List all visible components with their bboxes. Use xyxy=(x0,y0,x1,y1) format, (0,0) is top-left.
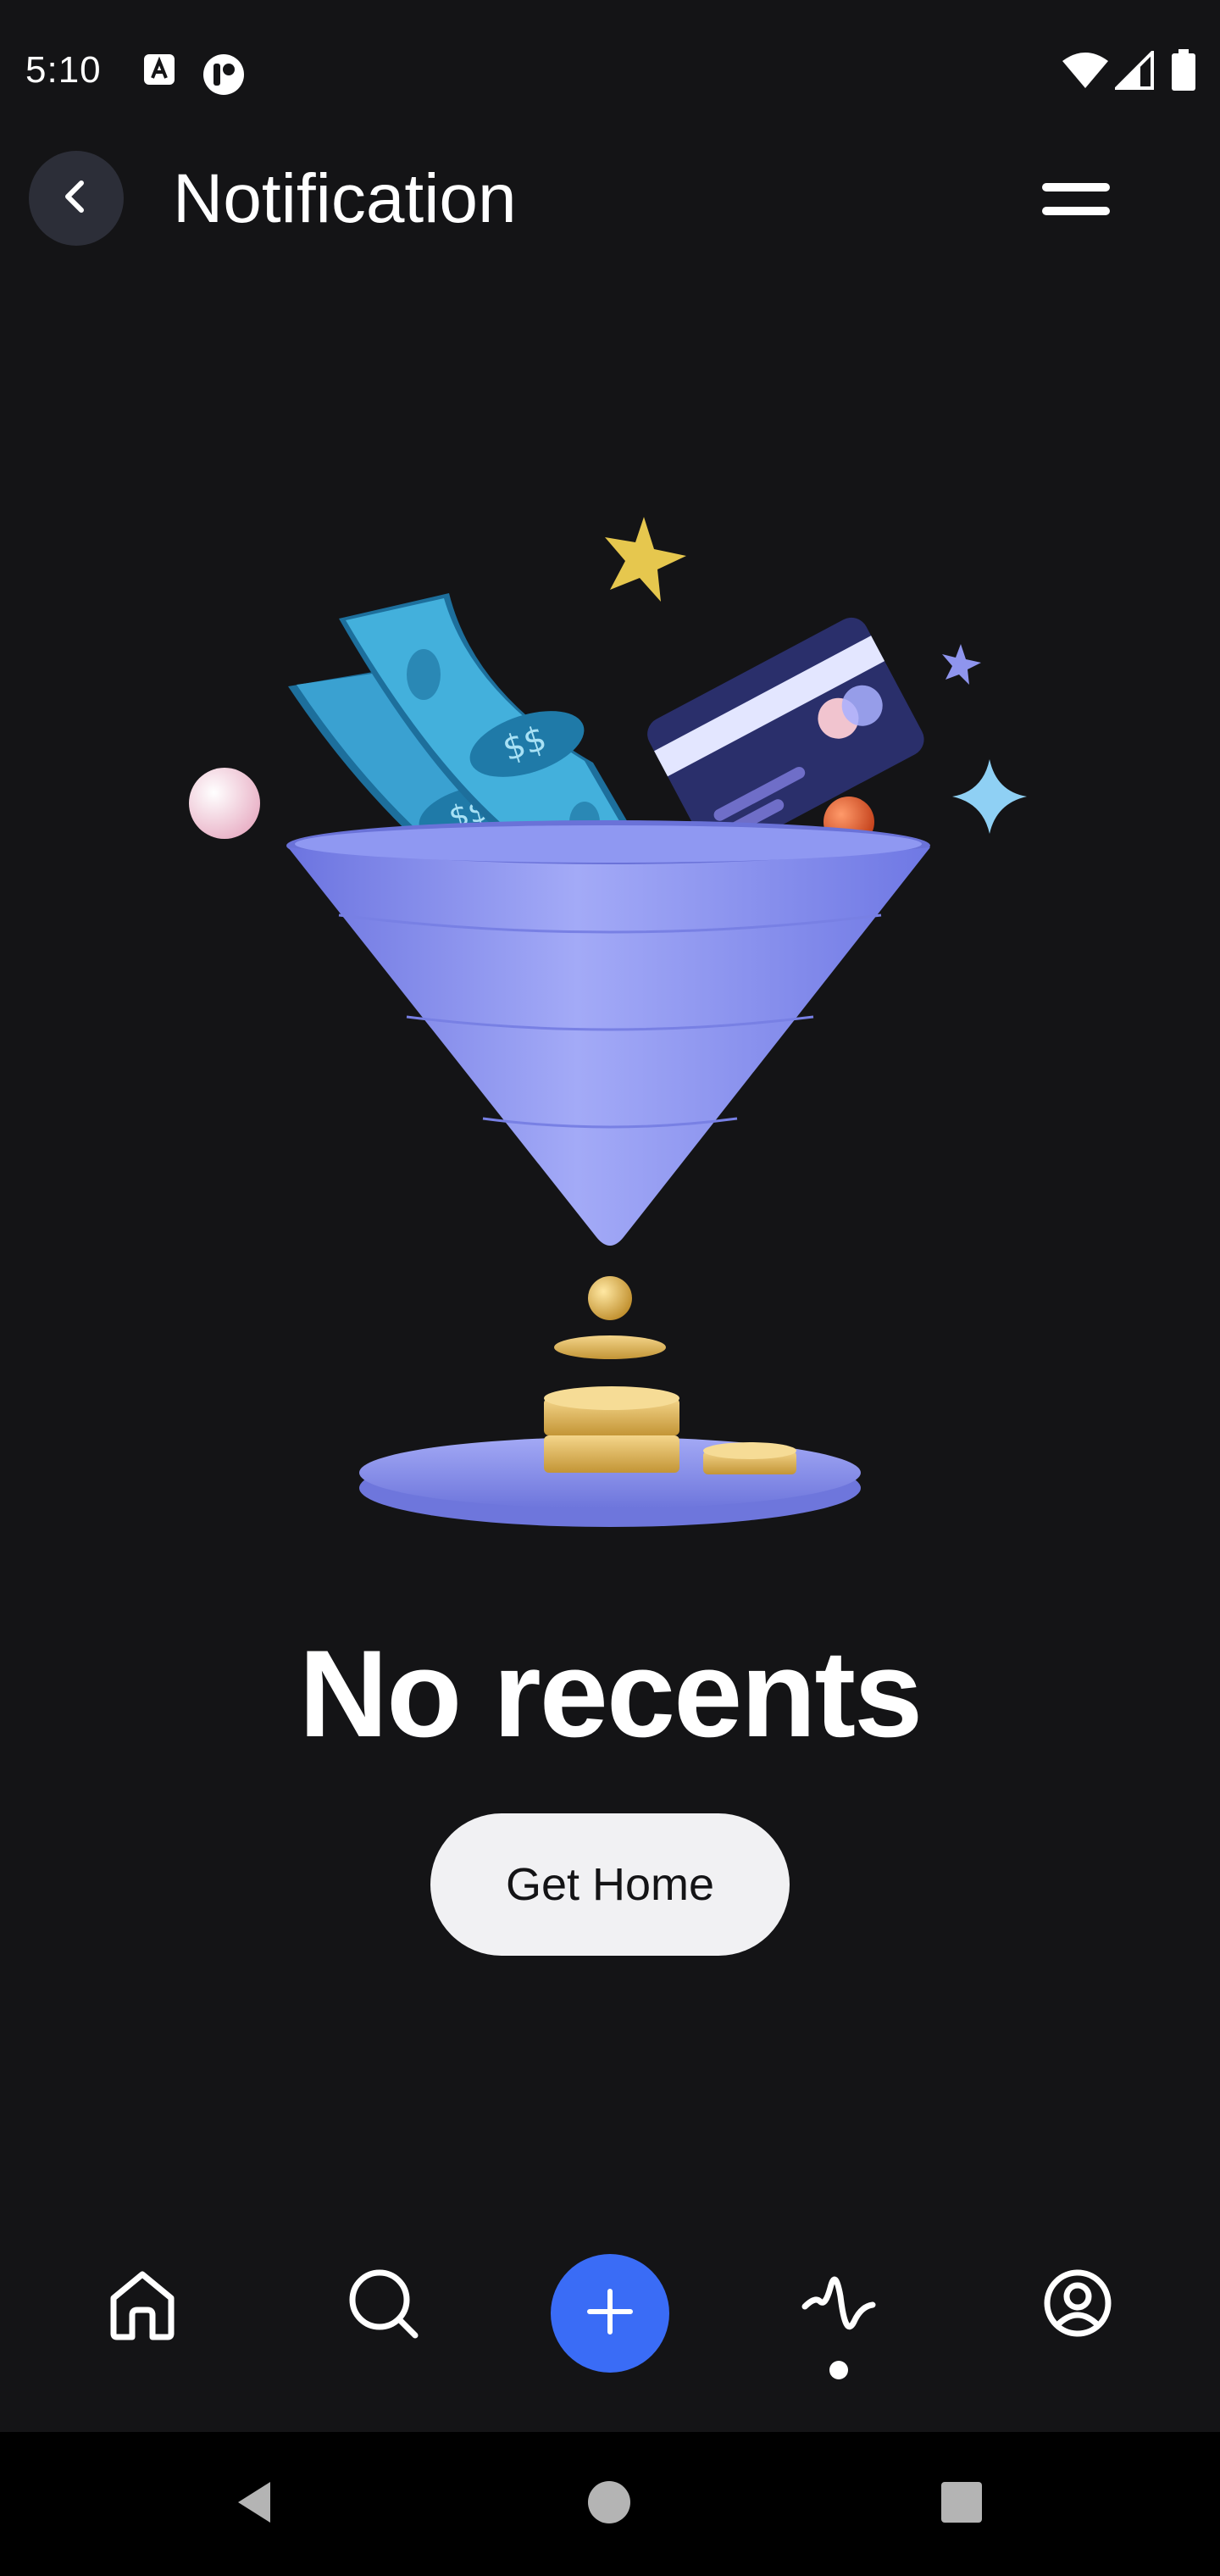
status-time: 5:10 xyxy=(25,49,102,91)
nav-profile[interactable] xyxy=(1027,2254,1128,2356)
a-notification-icon xyxy=(142,53,176,86)
home-icon xyxy=(102,2262,183,2348)
menu-button[interactable] xyxy=(1034,169,1118,229)
search-icon xyxy=(342,2262,424,2348)
notification-screen: 5:10 Notification $$ $$ No recents Get H… xyxy=(0,0,1220,2576)
empty-state-title: No recents xyxy=(298,1624,923,1763)
status-bar: 5:10 xyxy=(0,0,1220,144)
system-back-button[interactable] xyxy=(217,2466,293,2542)
activity-icon xyxy=(798,2262,879,2348)
back-button[interactable] xyxy=(29,151,124,246)
system-recents-button[interactable] xyxy=(923,2466,1000,2542)
signal-icon xyxy=(1115,51,1154,90)
nav-search[interactable] xyxy=(332,2254,434,2356)
wifi-icon xyxy=(1061,51,1110,90)
active-indicator xyxy=(829,2361,848,2379)
plus-icon xyxy=(583,2285,637,2343)
page-title: Notification xyxy=(173,160,517,237)
battery-icon xyxy=(1171,49,1196,92)
recents-square-icon xyxy=(936,2477,987,2532)
menu-icon xyxy=(1034,183,1118,232)
bottom-nav xyxy=(0,2203,1220,2432)
nav-home[interactable] xyxy=(92,2254,193,2356)
get-home-button[interactable]: Get Home xyxy=(430,1813,790,1956)
funnel-money-illustration: $$ $$ xyxy=(0,475,1220,1559)
system-home-button[interactable] xyxy=(571,2466,647,2542)
nav-activity[interactable] xyxy=(788,2254,890,2356)
add-button[interactable] xyxy=(551,2254,669,2373)
profile-icon xyxy=(1037,2262,1118,2348)
app-notification-icon xyxy=(202,53,246,97)
chevron-left-icon xyxy=(58,178,95,219)
system-nav xyxy=(0,2432,1220,2576)
home-circle-icon xyxy=(584,2477,635,2532)
header: Notification xyxy=(0,144,1220,254)
back-triangle-icon xyxy=(230,2477,280,2532)
